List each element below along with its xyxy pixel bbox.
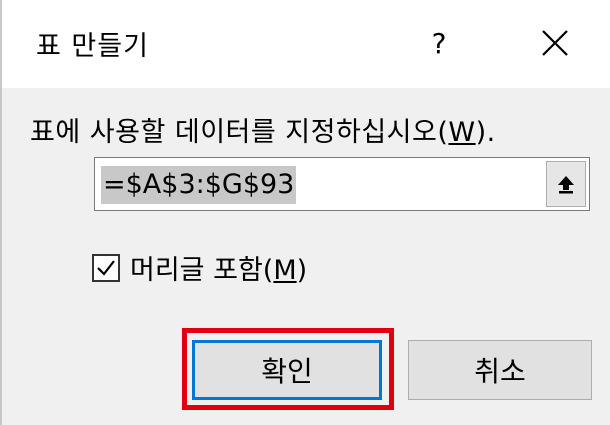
header-row-label-text: 머리글 포함 [130, 255, 263, 286]
range-prompt-text: 표에 사용할 데이터를 지정하십시오 [30, 117, 438, 148]
header-row-accel-prefix: ( [262, 255, 274, 286]
range-input[interactable] [99, 164, 539, 204]
header-row-label: 머리글 포함(M) [130, 248, 307, 287]
range-prompt-label: 표에 사용할 데이터를 지정하십시오(W). [30, 110, 496, 149]
range-field: =$A$3:$G$93 [94, 157, 590, 211]
header-row-accel-key: M [273, 255, 297, 286]
title-bar: 표 만들기 ? [2, 0, 610, 88]
checkbox-box[interactable] [92, 253, 120, 282]
close-button[interactable] [530, 18, 580, 68]
ok-button[interactable]: 확인 [192, 340, 382, 400]
range-prompt-accel-key: W [448, 117, 476, 148]
help-button[interactable]: ? [414, 18, 464, 68]
header-row-accel-suffix: ) [296, 255, 308, 286]
close-icon [542, 30, 568, 56]
range-prompt-accel-suffix: ). [475, 117, 496, 148]
collapse-dialog-icon [558, 176, 574, 194]
collapse-dialog-button[interactable] [546, 161, 586, 207]
header-row-checkbox[interactable]: 머리글 포함(M) [92, 248, 307, 287]
dialog-title: 표 만들기 [36, 31, 149, 62]
checkmark-icon [97, 259, 115, 276]
create-table-dialog: 표 만들기 ? 표에 사용할 데이터를 지정하십시오(W). =$A$3:$G$… [0, 0, 610, 425]
cancel-button[interactable]: 취소 [408, 340, 592, 400]
range-prompt-accel-prefix: ( [437, 117, 449, 148]
